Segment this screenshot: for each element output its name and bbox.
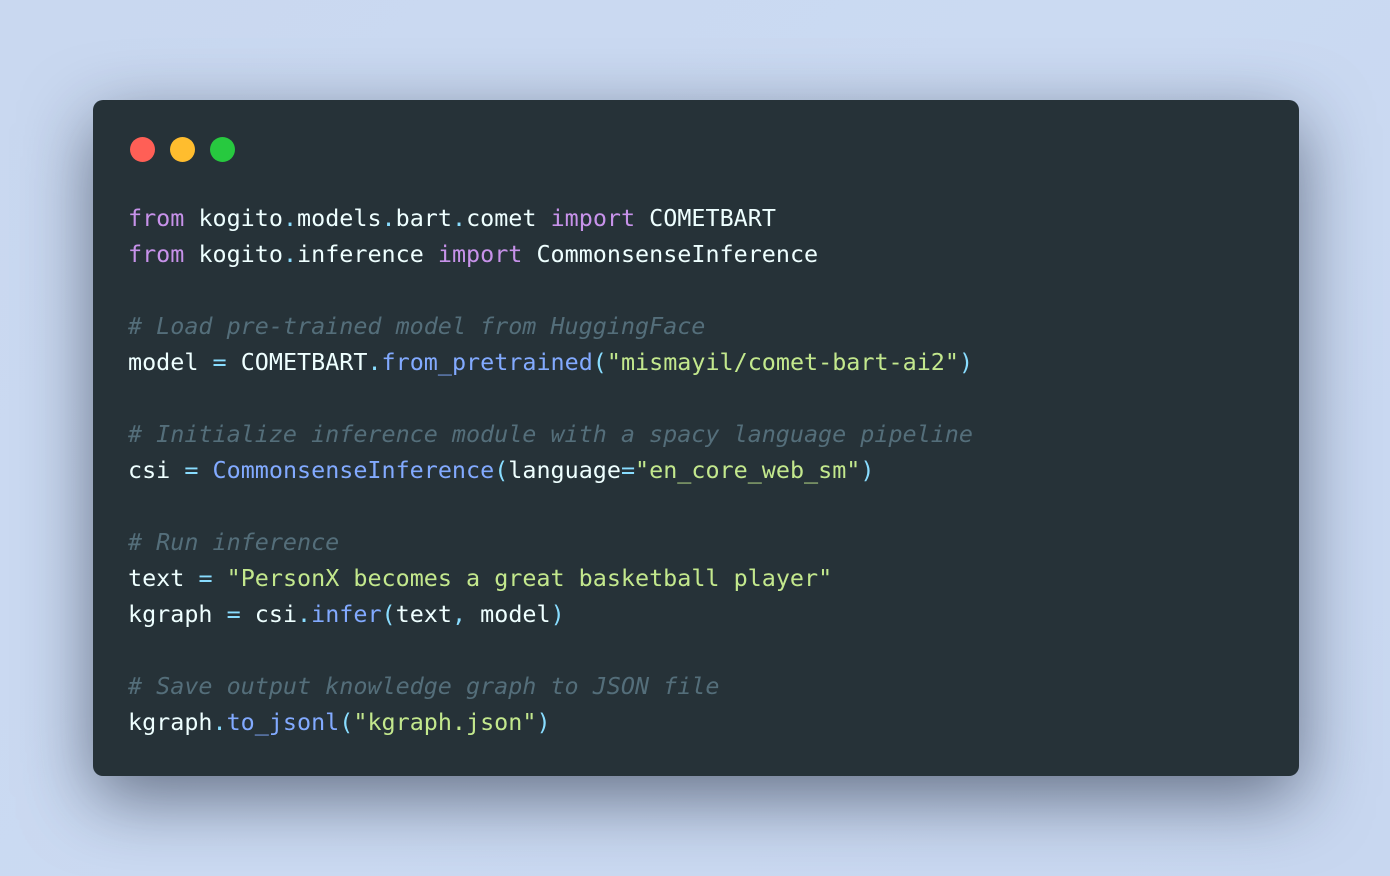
code-token-punct: ) bbox=[550, 600, 565, 628]
code-token-keyword: from bbox=[128, 240, 185, 268]
code-token-comment: # Load pre-trained model from HuggingFac… bbox=[128, 312, 706, 340]
code-line: model = COMETBART.from_pretrained("misma… bbox=[128, 344, 973, 380]
code-token-keyword: import bbox=[550, 204, 636, 232]
code-token-punct: ( bbox=[494, 456, 509, 484]
code-token-ident: models bbox=[297, 204, 382, 232]
code-token-func: to_jsonl bbox=[226, 708, 340, 736]
code-token-string: "mismayil/comet-bart-ai2" bbox=[606, 348, 959, 376]
code-token-ident: CommonsenseInference bbox=[536, 240, 819, 268]
window-controls bbox=[130, 137, 235, 162]
code-token-punct: ( bbox=[592, 348, 607, 376]
code-line: from kogito.inference import Commonsense… bbox=[128, 236, 973, 272]
code-line: # Load pre-trained model from HuggingFac… bbox=[128, 308, 973, 344]
code-token-op: = bbox=[212, 348, 227, 376]
code-token-ident: comet bbox=[466, 204, 537, 232]
code-token-ident: model bbox=[480, 600, 551, 628]
code-token-dot: . bbox=[451, 204, 467, 232]
code-token-ident: language bbox=[508, 456, 621, 484]
code-line: kgraph = csi.infer(text, model) bbox=[128, 596, 973, 632]
zoom-button[interactable] bbox=[210, 137, 235, 162]
code-token-ident: kgraph bbox=[128, 708, 213, 736]
code-token-op: = bbox=[620, 456, 636, 484]
code-token-punct: , bbox=[451, 600, 467, 628]
code-token-comment: # Initialize inference module with a spa… bbox=[128, 420, 973, 448]
code-token-ident: kogito bbox=[198, 204, 283, 232]
code-token-punct: ( bbox=[339, 708, 354, 736]
code-token-func: CommonsenseInference bbox=[212, 456, 495, 484]
code-token-dot: . bbox=[212, 708, 227, 736]
code-token-dot: . bbox=[297, 600, 312, 628]
code-token-func: from_pretrained bbox=[381, 348, 593, 376]
code-token-string: "en_core_web_sm" bbox=[635, 456, 861, 484]
code-window: from kogito.models.bart.comet import COM… bbox=[93, 100, 1299, 776]
code-token-punct: ) bbox=[536, 708, 551, 736]
code-token-dot: . bbox=[282, 204, 298, 232]
code-token-ident: kogito bbox=[198, 240, 283, 268]
code-token-dot: . bbox=[367, 348, 382, 376]
code-token-ident: csi bbox=[128, 456, 171, 484]
code-token-string: "kgraph.json" bbox=[353, 708, 537, 736]
code-token-punct: ) bbox=[860, 456, 875, 484]
code-token-ident: inference bbox=[297, 240, 424, 268]
code-token-ident: csi bbox=[254, 600, 298, 628]
code-token-keyword: import bbox=[437, 240, 523, 268]
code-token-ident: COMETBART bbox=[649, 204, 776, 232]
code-token-ident: COMETBART bbox=[240, 348, 368, 376]
code-token-op: = bbox=[226, 600, 241, 628]
code-line: # Save output knowledge graph to JSON fi… bbox=[128, 668, 973, 704]
code-line: text = "PersonX becomes a great basketba… bbox=[128, 560, 973, 596]
code-line: # Initialize inference module with a spa… bbox=[128, 416, 973, 452]
code-token-dot: . bbox=[381, 204, 396, 232]
code-token-ident: text bbox=[395, 600, 452, 628]
code-line: kgraph.to_jsonl("kgraph.json") bbox=[128, 704, 973, 740]
code-line: from kogito.models.bart.comet import COM… bbox=[128, 200, 973, 236]
code-token-op: = bbox=[198, 564, 213, 592]
code-token-func: infer bbox=[311, 600, 382, 628]
code-token-ident: bart bbox=[395, 204, 452, 232]
code-token-ident: model bbox=[128, 348, 199, 376]
code-token-punct: ( bbox=[381, 600, 396, 628]
code-token-punct: ) bbox=[958, 348, 974, 376]
minimize-button[interactable] bbox=[170, 137, 195, 162]
code-token-keyword: from bbox=[128, 204, 185, 232]
code-token-dot: . bbox=[282, 240, 298, 268]
code-token-comment: # Run inference bbox=[128, 528, 340, 556]
code-token-ident: kgraph bbox=[128, 600, 213, 628]
code-token-string: "PersonX becomes a great basketball play… bbox=[226, 564, 833, 592]
code-token-comment: # Save output knowledge graph to JSON fi… bbox=[128, 672, 720, 700]
code-token-op: = bbox=[184, 456, 199, 484]
code-block: from kogito.models.bart.comet import COM… bbox=[128, 200, 973, 740]
code-token-ident: text bbox=[128, 564, 185, 592]
close-button[interactable] bbox=[130, 137, 155, 162]
code-line: # Run inference bbox=[128, 524, 973, 560]
code-line: csi = CommonsenseInference(language="en_… bbox=[128, 452, 973, 488]
